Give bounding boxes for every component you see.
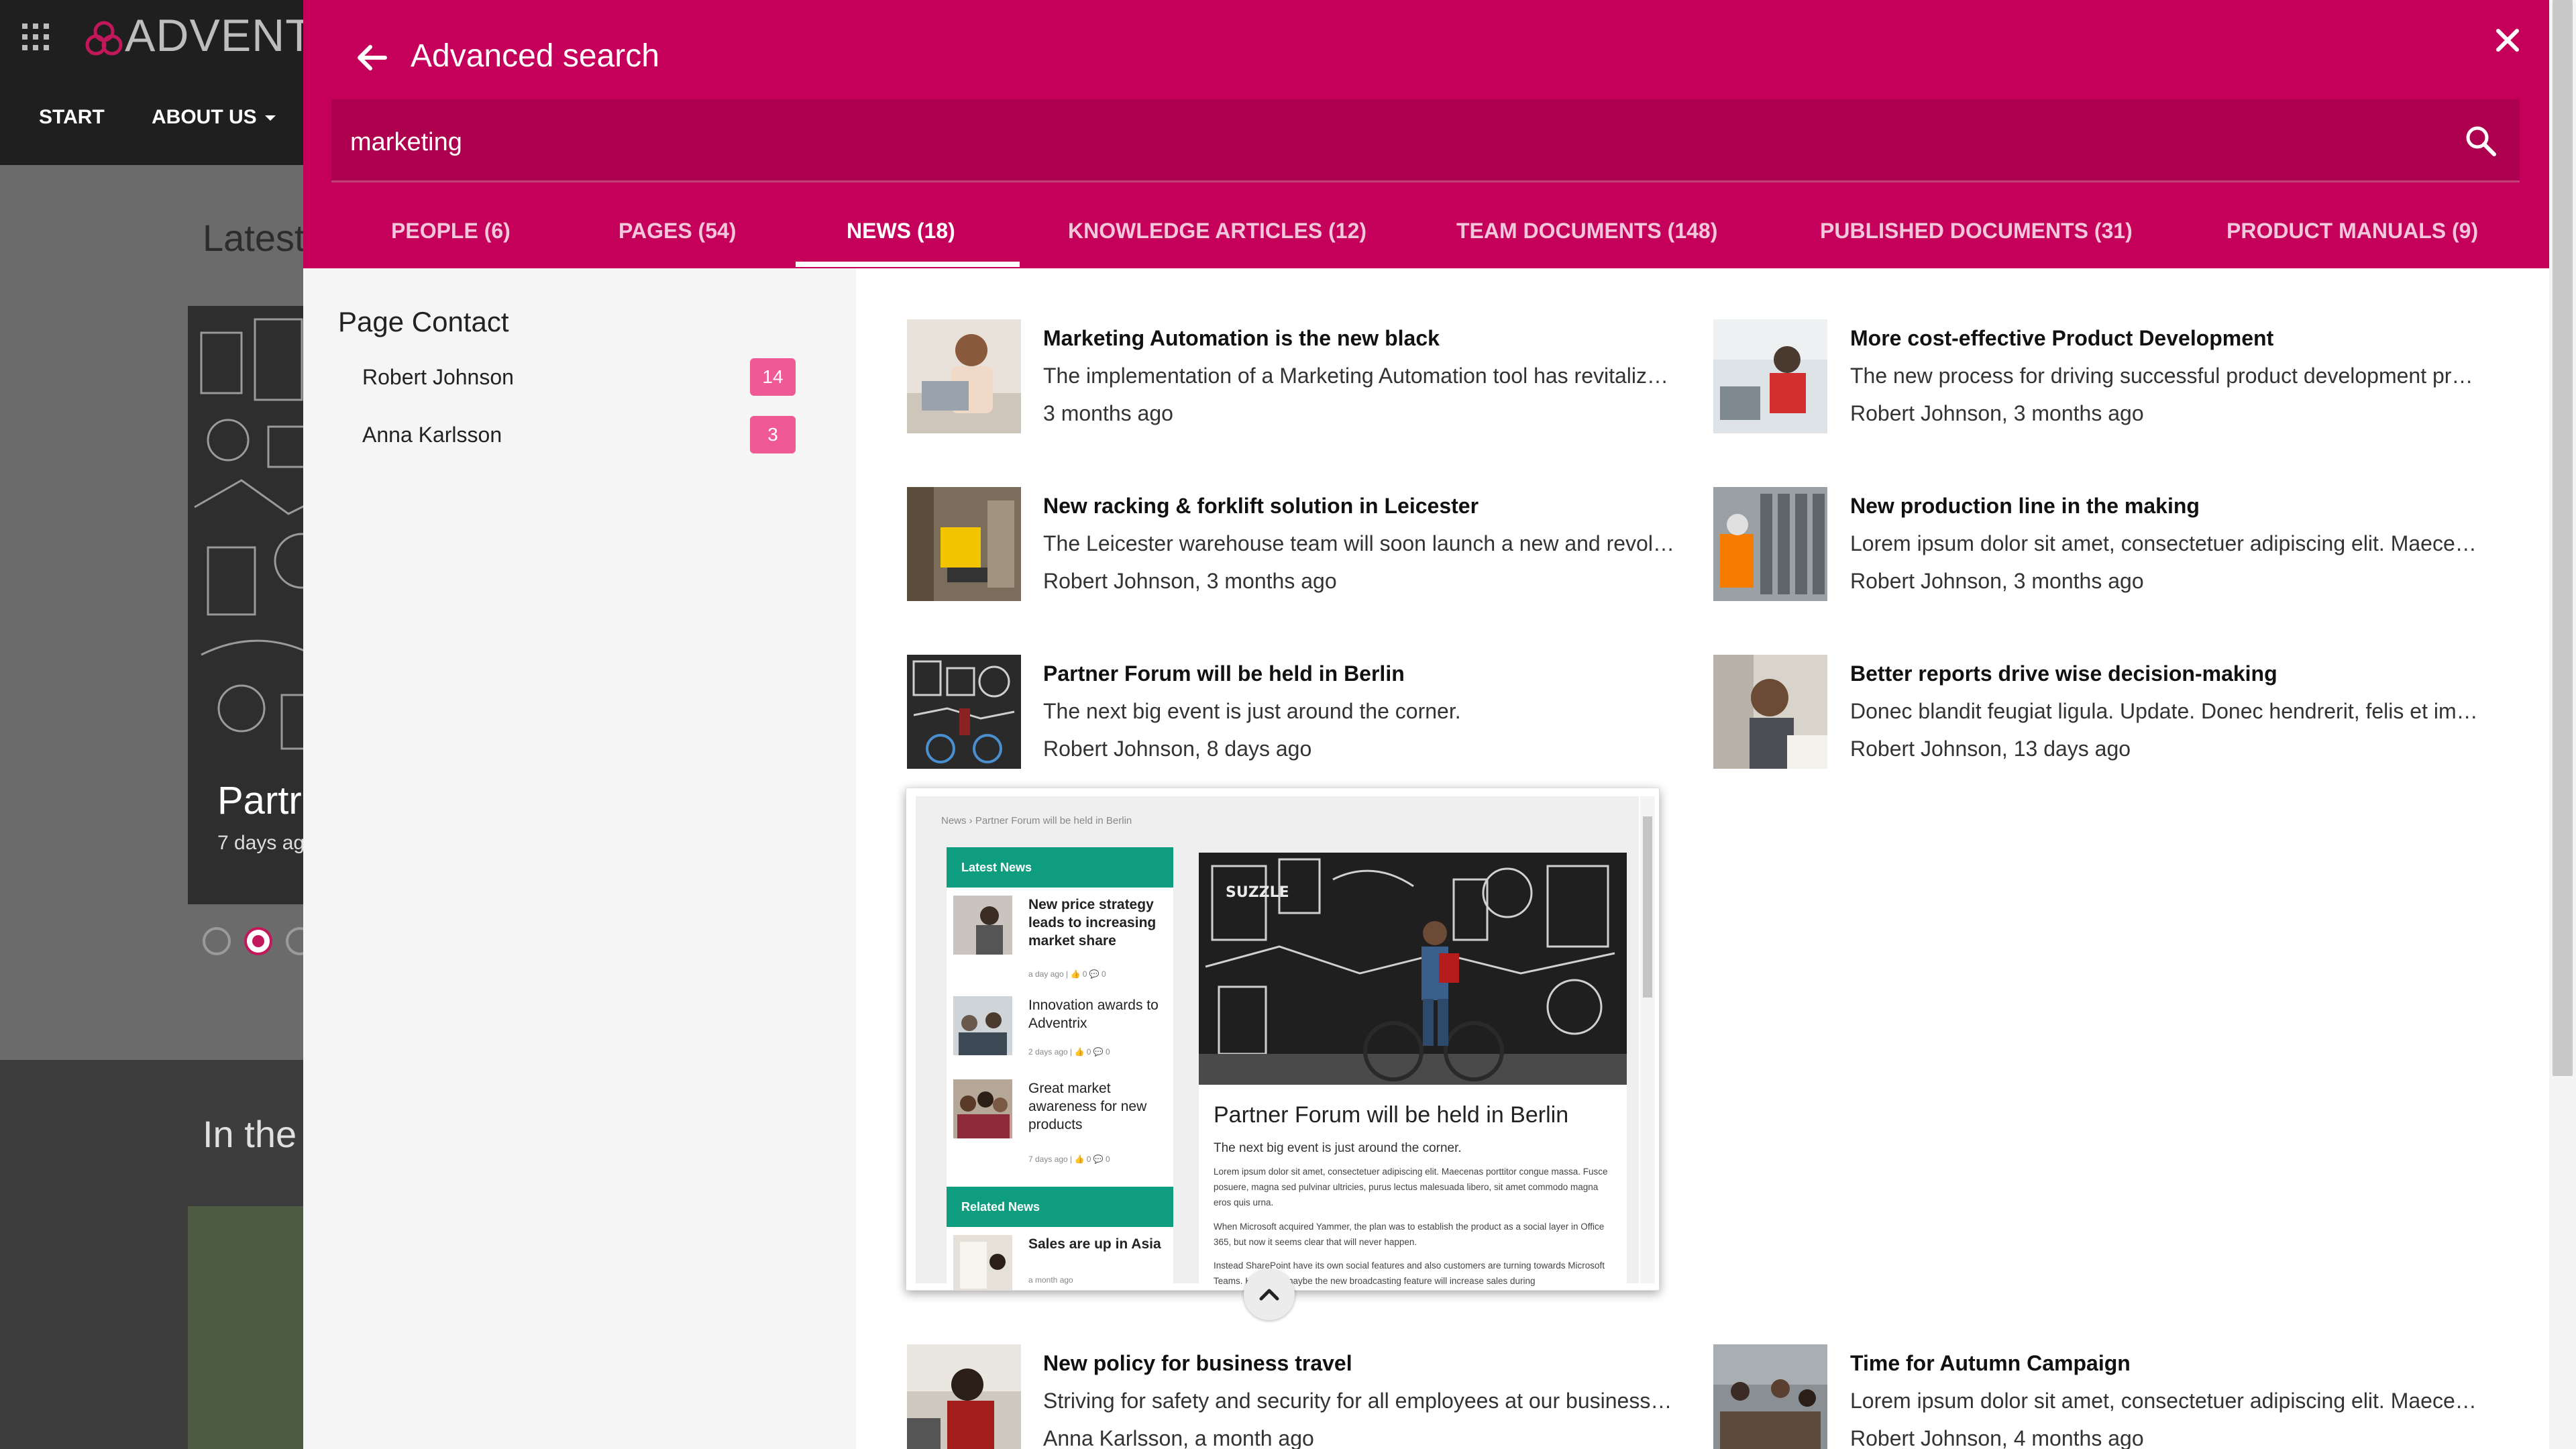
filter-count-badge: 14 [750,358,796,396]
result-snippet: The Leicester warehouse team will soon l… [1043,531,1674,555]
result-title[interactable]: Partner Forum will be held in Berlin [1043,661,1405,686]
preview-related-meta: a month ago [1028,1275,1073,1285]
preview-latest-news-heading: Latest News [947,847,1173,888]
result-meta: Robert Johnson, 3 months ago [1850,401,2144,425]
preview-news-item[interactable]: Great market awareness for new products … [953,1079,1168,1173]
tab-news[interactable]: NEWS (18) [847,219,955,244]
filter-count-badge: 3 [750,416,796,453]
apps-grid-icon[interactable] [20,21,51,52]
preview-article-paragraph: When Microsoft acquired Yammer, the plan… [1214,1222,1605,1247]
background-section-image [188,1206,303,1449]
nav-about-us[interactable]: ABOUT US [152,106,278,129]
result-meta: Robert Johnson, 4 months ago [1850,1426,2144,1449]
result-snippet: Donec blandit feugiat ligula. Update. Do… [1850,699,2478,723]
result-title[interactable]: Time for Autumn Campaign [1850,1351,2131,1376]
result-title[interactable]: More cost-effective Product Development [1850,326,2273,351]
search-icon[interactable] [2463,123,2498,158]
preview-news-thumbnail [953,1235,1012,1290]
preview-news-meta: a day ago | 👍 0 💬 0 [1028,969,1106,979]
preview-article-paragraph: Lorem ipsum dolor sit amet, consectetuer… [1214,1167,1608,1208]
result-title[interactable]: Better reports drive wise decision-makin… [1850,661,2277,686]
result-meta: 3 months ago [1043,401,1173,425]
result-thumbnail[interactable] [907,655,1021,769]
search-box [331,99,2520,182]
logo-icon [85,21,123,56]
result-thumbnail[interactable] [1713,487,1827,601]
preview-related-title: Sales are up in Asia [1028,1236,1161,1252]
tab-published-documents[interactable]: PUBLISHED DOCUMENTS (31) [1820,219,2133,244]
panel-title: Advanced search [411,38,659,74]
background-latest-heading: Latest [203,217,305,259]
svg-text:SUZZLE: SUZZLE [1226,884,1289,901]
preview-news-thumbnail [953,896,1012,955]
filter-item-label[interactable]: Robert Johnson [362,365,514,390]
close-icon[interactable] [2490,23,2525,58]
preview-news-meta: 2 days ago | 👍 0 💬 0 [1028,1047,1110,1057]
preview-article: SUZZLE Partner Forum will be held in Ber… [1199,853,1627,1286]
preview-breadcrumb[interactable]: News › Partner Forum will be held in Ber… [941,815,1132,826]
result-thumbnail[interactable] [907,487,1021,601]
preview-article-photo: SUZZLE [1199,853,1627,1085]
result-snippet: Lorem ipsum dolor sit amet, consectetuer… [1850,531,2477,555]
tab-product-manuals[interactable]: PRODUCT MANUALS (9) [2226,219,2478,244]
preview-scrollbar[interactable] [1640,796,1655,1283]
active-tab-indicator [796,262,1020,267]
page-scrollbar-thumb[interactable] [2553,0,2573,1076]
preview-news-item[interactable]: New price strategy leads to increasing m… [953,896,1168,989]
preview-page: News › Partner Forum will be held in Ber… [916,796,1639,1290]
result-snippet: Lorem ipsum dolor sit amet, consectetuer… [1850,1389,2477,1413]
tab-team-documents[interactable]: TEAM DOCUMENTS (148) [1456,219,1717,244]
collapse-preview-button[interactable] [1244,1269,1295,1320]
tab-people[interactable]: PEOPLE (6) [391,219,511,244]
result-meta: Robert Johnson, 3 months ago [1043,569,1337,593]
preview-news-meta: 7 days ago | 👍 0 💬 0 [1028,1155,1110,1164]
carousel-dot[interactable] [203,927,231,955]
preview-news-title: Great market awareness for new products [1028,1081,1147,1132]
result-meta: Robert Johnson, 13 days ago [1850,737,2131,761]
result-meta: Anna Karlsson, a month ago [1043,1426,1314,1449]
result-snippet: Striving for safety and security for all… [1043,1389,1672,1413]
result-thumbnail[interactable] [907,1344,1021,1449]
filter-title: Page Contact [338,306,509,337]
nav-start[interactable]: START [39,106,105,129]
result-thumbnail[interactable] [1713,319,1827,433]
preview-related-news-heading: Related News [947,1187,1173,1227]
preview-news-title: Innovation awards to Adventrix [1028,998,1159,1031]
result-snippet: The next big event is just around the co… [1043,699,1461,723]
tab-knowledge-articles[interactable]: KNOWLEDGE ARTICLES (12) [1068,219,1366,244]
background-slide-date: 7 days ag [217,832,305,854]
article-preview[interactable]: News › Partner Forum will be held in Ber… [906,788,1660,1291]
preview-article-subtitle: The next big event is just around the co… [1214,1141,1462,1155]
result-meta: Robert Johnson, 8 days ago [1043,737,1312,761]
preview-news-title: New price strategy leads to increasing m… [1028,897,1157,949]
background-slide-title: Partr [217,779,302,822]
preview-article-title: Partner Forum will be held in Berlin [1214,1102,1569,1128]
preview-news-thumbnail [953,1079,1012,1138]
search-input[interactable] [350,123,2430,161]
background-section-heading: In the [203,1113,297,1155]
back-arrow-icon[interactable] [353,39,390,76]
result-title[interactable]: Marketing Automation is the new black [1043,326,1440,351]
result-snippet: The new process for driving successful p… [1850,364,2473,388]
result-thumbnail[interactable] [1713,1344,1827,1449]
preview-related-item[interactable]: Sales are up in Asia a month ago [953,1235,1168,1290]
preview-news-thumbnail [953,996,1012,1055]
carousel-dot-active[interactable] [244,927,272,955]
result-snippet: The implementation of a Marketing Automa… [1043,364,1669,388]
result-thumbnail[interactable] [1713,655,1827,769]
preview-latest-news-list: New price strategy leads to increasing m… [947,888,1173,1203]
result-title[interactable]: New production line in the making [1850,494,2200,519]
filter-item-label[interactable]: Anna Karlsson [362,423,502,447]
result-title[interactable]: New racking & forklift solution in Leice… [1043,494,1479,519]
tab-pages[interactable]: PAGES (54) [619,219,736,244]
result-meta: Robert Johnson, 3 months ago [1850,569,2144,593]
chevron-up-icon [1259,1289,1279,1301]
result-thumbnail[interactable] [907,319,1021,433]
chevron-down-icon [265,115,276,121]
nav-about-label: ABOUT US [152,106,257,128]
preview-related-news-list: Sales are up in Asia a month ago [947,1227,1173,1290]
result-title[interactable]: New policy for business travel [1043,1351,1352,1376]
preview-news-item[interactable]: Innovation awards to Adventrix 2 days ag… [953,996,1168,1070]
